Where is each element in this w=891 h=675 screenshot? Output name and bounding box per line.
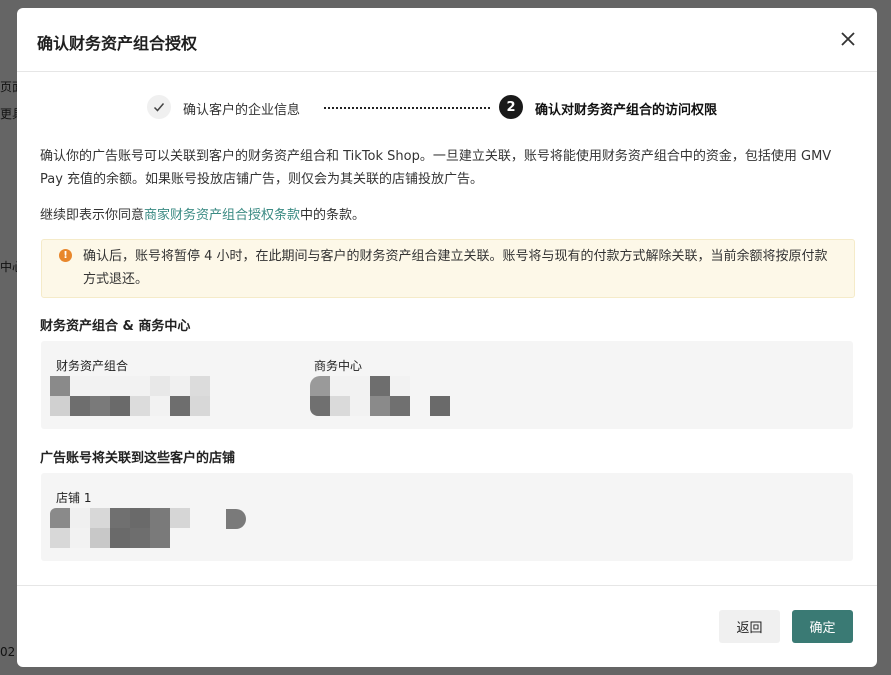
field-label-portfolio: 财务资产组合 xyxy=(56,359,129,373)
stepper: 确认客户的企业信息 2 确认对财务资产组合的访问权限 xyxy=(147,95,787,121)
field-label-store: 店铺 1 xyxy=(56,491,92,505)
footer-divider xyxy=(17,585,877,586)
warning-icon: ! xyxy=(59,249,72,262)
terms-paragraph: 继续即表示你同意商家财务资产组合授权条款中的条款。 xyxy=(40,204,365,223)
step2-number: 2 xyxy=(499,95,523,119)
step2-label: 确认对财务资产组合的访问权限 xyxy=(535,103,718,118)
terms-prefix: 继续即表示你同意 xyxy=(40,208,145,223)
section-title-assets: 财务资产组合 & 商务中心 xyxy=(40,319,191,334)
section-title-stores: 广告账号将关联到这些客户的店铺 xyxy=(40,451,236,466)
stores-card: 店铺 1 xyxy=(41,473,853,561)
redacted-portfolio-value xyxy=(50,376,210,416)
field-label-business-center: 商务中心 xyxy=(314,359,363,373)
intro-paragraph: 确认你的广告账号可以关联到客户的财务资产组合和 TikTok Shop。一旦建立… xyxy=(40,149,832,187)
close-icon-svg xyxy=(841,32,855,46)
terms-link[interactable]: 商家财务资产组合授权条款 xyxy=(144,208,300,223)
authorization-modal: 确认财务资产组合授权 确认客户的企业信息 2 确认对财务资产组合的访问权限 确认… xyxy=(17,8,877,667)
back-button[interactable]: 返回 xyxy=(719,610,780,643)
check-icon xyxy=(147,95,171,119)
redacted-store-value xyxy=(50,508,210,548)
redacted-store-value-end xyxy=(226,509,246,529)
modal-title: 确认财务资产组合授权 xyxy=(37,34,198,53)
step1-label: 确认客户的企业信息 xyxy=(183,103,301,118)
modal-header: 确认财务资产组合授权 xyxy=(17,8,877,72)
warning-text: 确认后，账号将暂停 4 小时，在此期间与客户的财务资产组合建立关联。账号将与现有… xyxy=(83,249,828,287)
terms-suffix: 中的条款。 xyxy=(300,208,366,223)
redacted-business-center-value xyxy=(310,376,470,416)
close-icon[interactable] xyxy=(839,30,857,48)
warning-banner: ! 确认后，账号将暂停 4 小时，在此期间与客户的财务资产组合建立关联。账号将与… xyxy=(41,239,855,298)
assets-card: 财务资产组合 商务中心 xyxy=(41,341,853,429)
confirm-button[interactable]: 确定 xyxy=(792,610,853,643)
step-connector xyxy=(324,107,490,109)
